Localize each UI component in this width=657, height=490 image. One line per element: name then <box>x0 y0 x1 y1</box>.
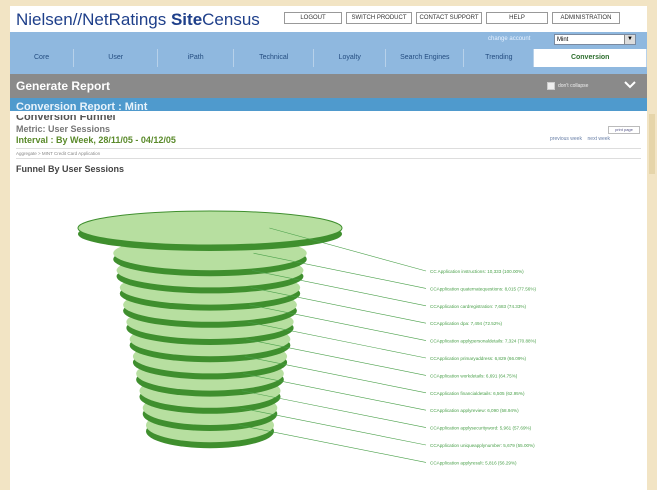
switch-product-button[interactable]: SWITCH PRODUCT <box>346 12 412 24</box>
section-title: Generate Report <box>16 79 111 93</box>
main-tab-strip: change account Mint ▼ Core User iPath Te… <box>10 32 647 74</box>
change-account-label: change account <box>488 36 531 42</box>
funnel-rim <box>77 210 343 246</box>
top-bar: Nielsen//NetRatings SiteCensus LOGOUT SW… <box>10 6 647 32</box>
brand-logo: Nielsen//NetRatings SiteCensus <box>16 10 260 30</box>
funnel-step-label: CCApplication uniqueapplynumber: 5,679 (… <box>430 443 535 448</box>
window-scrollbar[interactable] <box>647 6 657 490</box>
funnel-step-label: CCApplication dpa: 7,494 (72.52%) <box>430 321 502 326</box>
tab-conversion[interactable]: Conversion <box>534 49 647 67</box>
tab-trending[interactable]: Trending <box>464 49 535 67</box>
dont-collapse-checkbox[interactable] <box>547 82 555 90</box>
help-button[interactable]: HELP <box>486 12 548 24</box>
app-window: Nielsen//NetRatings SiteCensus LOGOUT SW… <box>10 6 647 490</box>
top-nav: LOGOUT SWITCH PRODUCT CONTACT SUPPORT HE… <box>284 12 620 24</box>
chevron-down-icon[interactable]: ▼ <box>624 35 635 44</box>
tab-user[interactable]: User <box>74 49 159 67</box>
funnel-step-label: CCApplication applypersonaldetails: 7,32… <box>430 339 537 344</box>
account-select-value: Mint <box>557 37 569 43</box>
tab-ipath[interactable]: iPath <box>158 49 235 67</box>
funnel-step-label: CCApplication applysecurityword: 5,961 (… <box>430 426 532 431</box>
funnel-leader-line <box>238 424 427 463</box>
administration-button[interactable]: ADMINISTRATION <box>552 12 620 24</box>
funnel-step-label: CCApplication financialdetails: 6,505 (6… <box>430 391 525 396</box>
logout-button[interactable]: LOGOUT <box>284 12 342 24</box>
funnel-step-label: CCApplication applyreview: 6,090 (58.94%… <box>430 408 519 413</box>
funnel-step-label: CCApplication quaternatequestions: 8,015… <box>430 286 536 291</box>
funnel-step-label: CCApplication workdetails: 6,691 (64.75%… <box>430 373 518 378</box>
account-select[interactable]: Mint ▼ <box>554 34 636 45</box>
brand-part-3: Census <box>202 10 260 29</box>
brand-part-1: Nielsen//NetRatings <box>16 10 171 29</box>
generate-report-bar: Generate Report don't collapse <box>10 74 647 98</box>
tab-core[interactable]: Core <box>10 49 75 67</box>
tab-loyalty[interactable]: Loyalty <box>314 49 387 67</box>
tab-technical[interactable]: Technical <box>234 49 315 67</box>
report-panel: Conversion Funnel Metric: User Sessions … <box>10 111 647 490</box>
funnel-step-label: CCApplication primaryaddress: 6,829 (66.… <box>430 356 526 361</box>
report-header-title: Conversion Report : Mint <box>16 101 148 111</box>
tab-search-engines[interactable]: Search Engines <box>386 49 465 67</box>
funnel-step-label: CCApplication applyresult: 5,816 (56.29%… <box>430 460 517 465</box>
contact-support-button[interactable]: CONTACT SUPPORT <box>416 12 482 24</box>
chevron-down-icon[interactable] <box>624 79 636 91</box>
funnel-chart: CC Application instructions: 10,333 (100… <box>77 210 537 465</box>
tab-list: Core User iPath Technical Loyalty Search… <box>10 49 647 67</box>
dont-collapse-toggle[interactable]: don't collapse <box>547 82 588 90</box>
funnel-step-label: CC Application instructions: 10,333 (100… <box>430 269 524 274</box>
scrollbar-thumb[interactable] <box>649 114 655 174</box>
report-header-bar: Conversion Report : Mint <box>10 98 647 111</box>
brand-part-2: Site <box>170 10 203 29</box>
funnel-step-label: CCApplication cardregistration: 7,683 (7… <box>430 304 526 309</box>
dont-collapse-label: don't collapse <box>558 83 589 89</box>
